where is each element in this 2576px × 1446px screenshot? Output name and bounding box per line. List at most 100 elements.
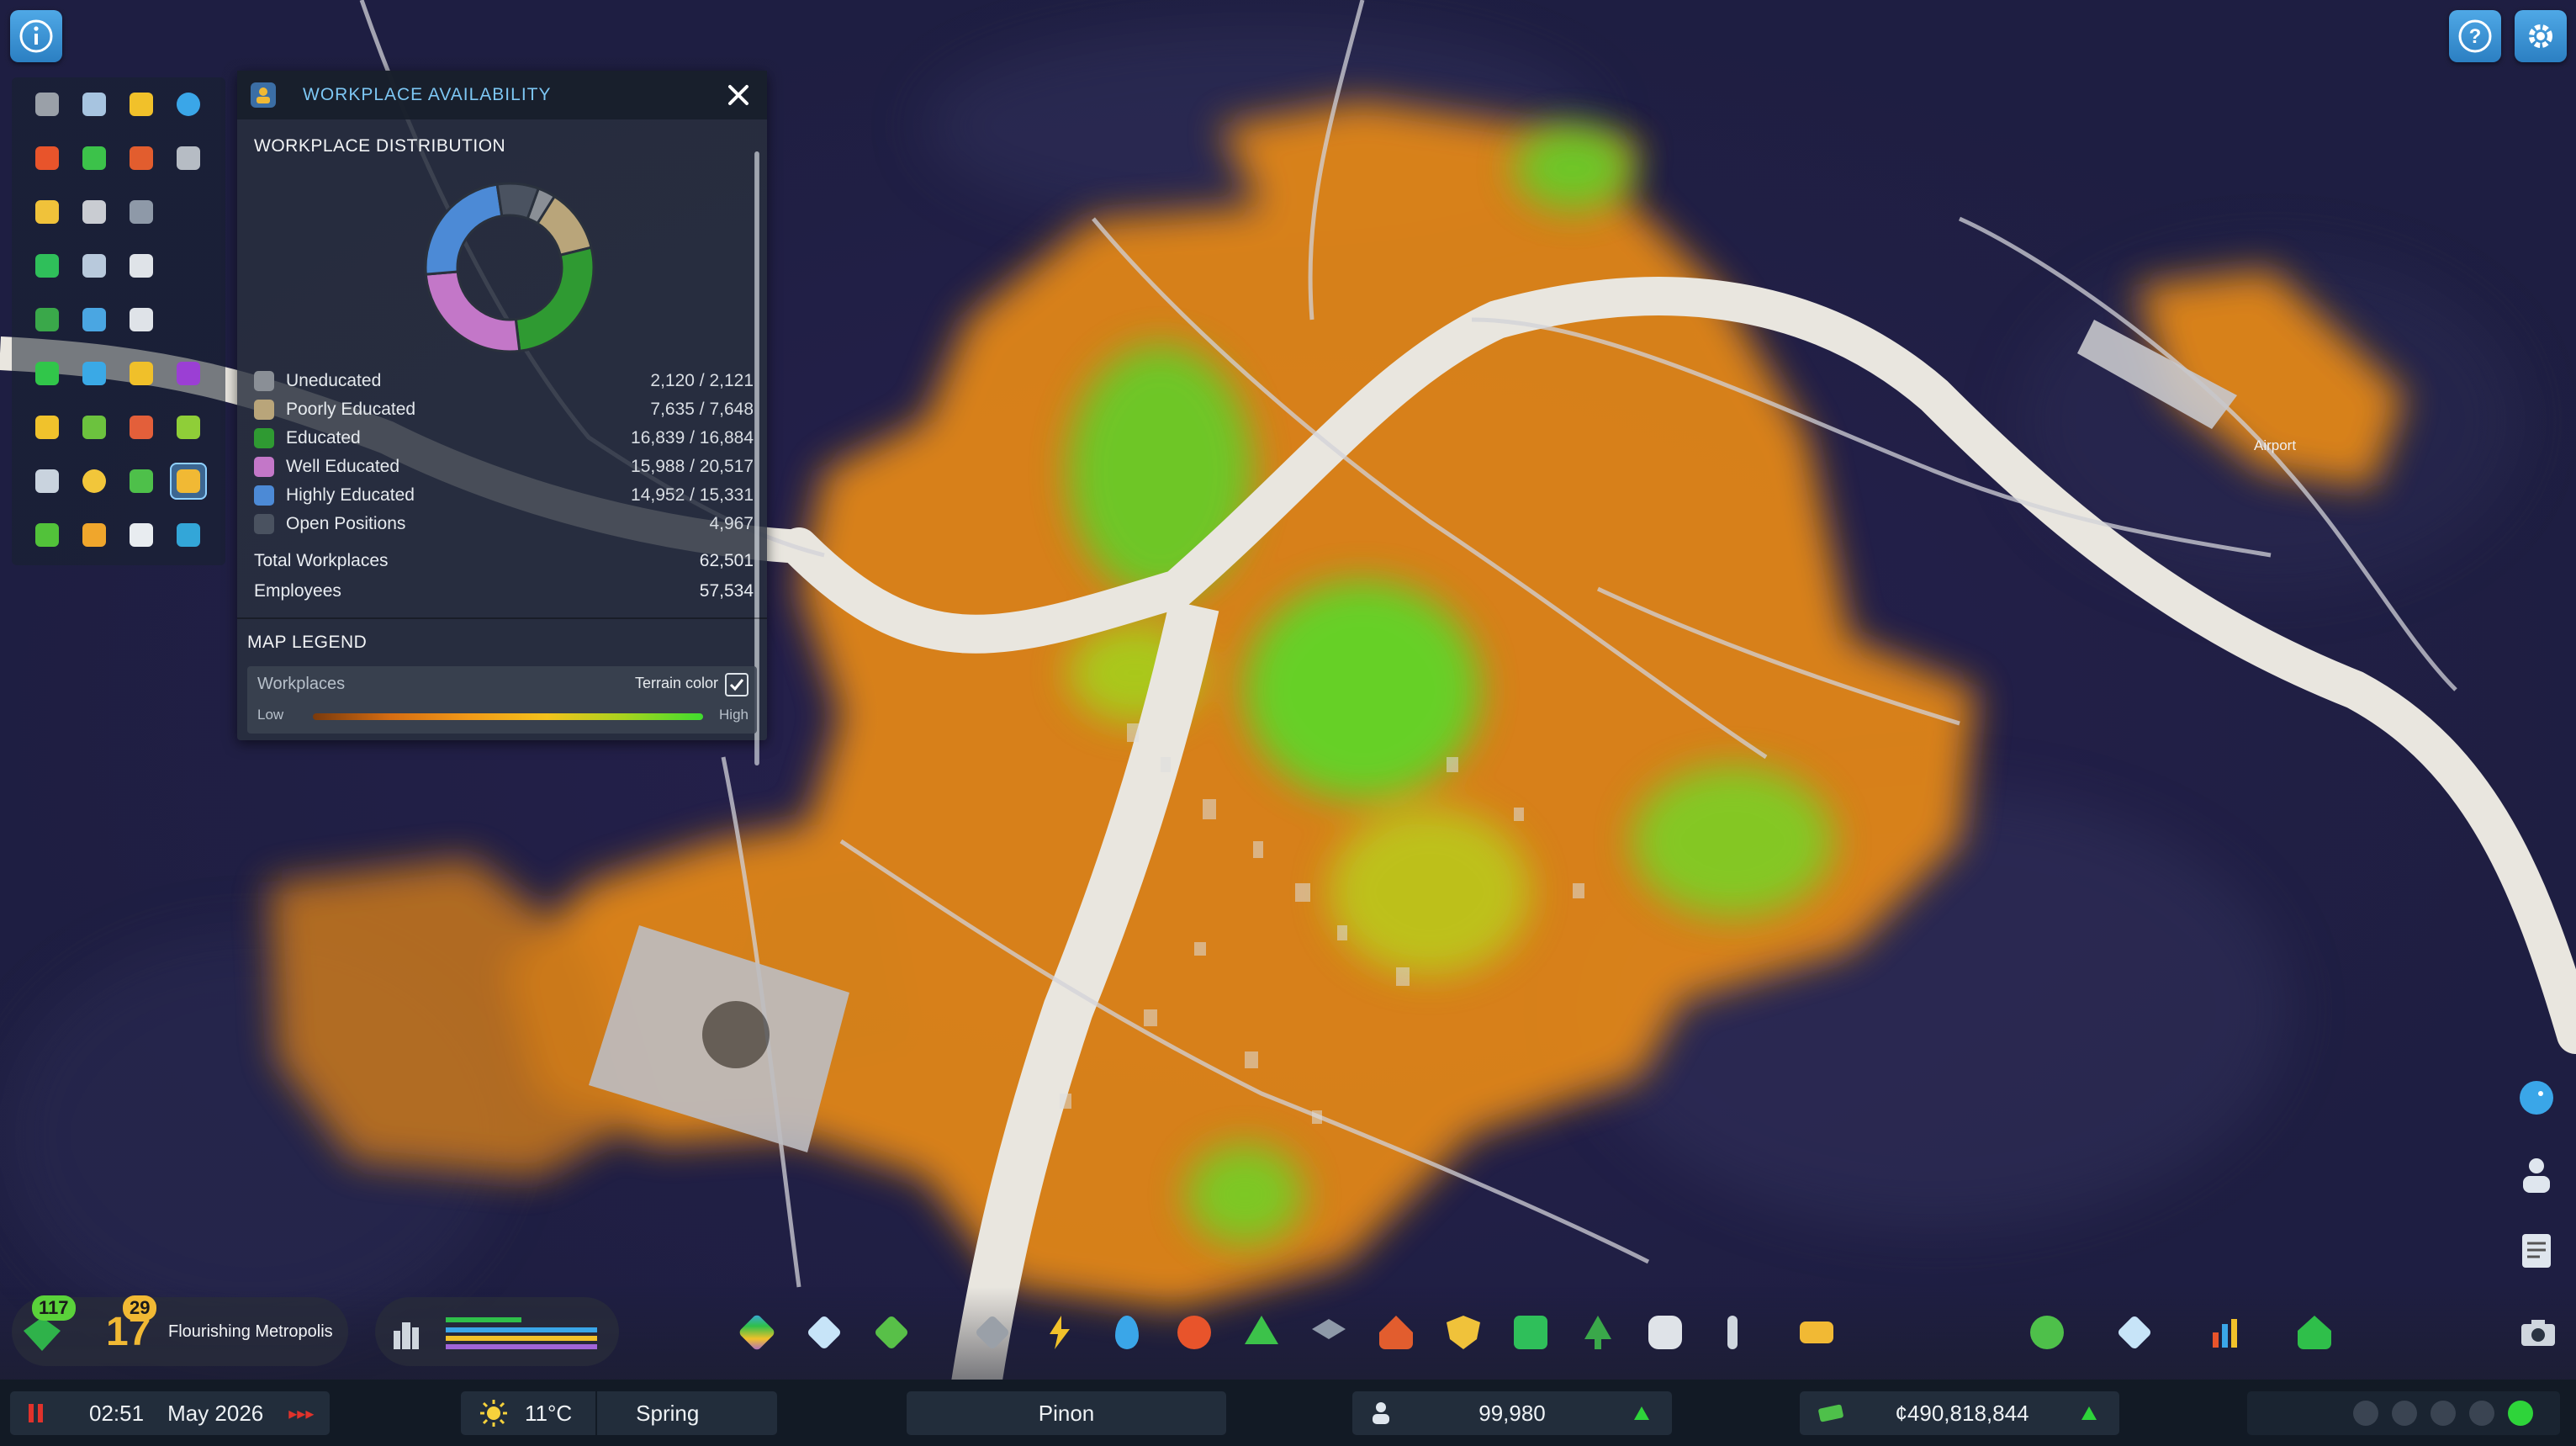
panel-header: WORKPLACE AVAILABILITY xyxy=(237,71,767,119)
toolbar-communications[interactable] xyxy=(1642,1309,1689,1356)
tool-workplaces[interactable] xyxy=(170,463,207,500)
tool-health[interactable] xyxy=(29,140,66,177)
groundwater-icon xyxy=(177,523,200,547)
tool-cargo[interactable] xyxy=(76,516,113,554)
tool-roads[interactable] xyxy=(29,86,66,123)
tool-happiness[interactable] xyxy=(76,463,113,500)
money-box[interactable]: ¢490,818,844 xyxy=(1800,1391,2119,1435)
tool-police[interactable] xyxy=(29,193,66,230)
tool-education[interactable] xyxy=(123,193,160,230)
toolbar-zoning[interactable] xyxy=(733,1309,780,1356)
close-button[interactable] xyxy=(723,80,754,110)
tool-fire[interactable] xyxy=(123,140,160,177)
mood-unhappy-icon xyxy=(2392,1401,2417,1426)
tool-land-value[interactable] xyxy=(76,409,113,446)
speed-control[interactable]: ▸▸▸ xyxy=(288,1403,314,1424)
population-icon xyxy=(1373,1402,1389,1424)
toolbar-transport[interactable] xyxy=(1507,1309,1554,1356)
toolbar-map-tiles[interactable] xyxy=(2111,1309,2158,1356)
toolbar-landmarks[interactable] xyxy=(1709,1309,1756,1356)
demand-button[interactable] xyxy=(383,1311,431,1358)
tool-communication[interactable] xyxy=(123,247,160,284)
toolbar-police[interactable] xyxy=(1440,1309,1487,1356)
row-label: Open Positions xyxy=(286,514,406,533)
tool-traffic[interactable] xyxy=(123,301,160,338)
population-box[interactable]: 99,980 xyxy=(1352,1391,1672,1435)
tool-maintenance[interactable] xyxy=(170,140,207,177)
tool-parks[interactable] xyxy=(29,301,66,338)
citizen-button[interactable] xyxy=(2515,1154,2557,1196)
chirper-bird-icon xyxy=(2520,1081,2553,1115)
toolbar-statistics[interactable] xyxy=(2202,1309,2249,1356)
notes-button[interactable] xyxy=(2515,1230,2557,1272)
landscaping-icon xyxy=(873,1314,910,1351)
distribution-row: Poorly Educated 7,635 / 7,648 xyxy=(254,395,754,424)
tool-residential-zones[interactable] xyxy=(29,355,66,392)
row-label: Uneducated xyxy=(286,371,382,390)
tool-post[interactable] xyxy=(76,247,113,284)
game-time: 02:51 xyxy=(89,1400,145,1426)
level-badge: 117 xyxy=(32,1295,76,1321)
toolbar-progression[interactable] xyxy=(2291,1309,2338,1356)
tool-economy[interactable] xyxy=(123,409,160,446)
recycle-icon xyxy=(82,146,106,170)
commercial-zone-icon xyxy=(82,362,106,385)
tool-office-zones[interactable] xyxy=(170,355,207,392)
map-legend-title: MAP LEGEND xyxy=(247,633,368,652)
tool-terrain[interactable] xyxy=(29,516,66,554)
status-bar xyxy=(0,1380,2576,1446)
game-date: May 2026 xyxy=(167,1400,264,1426)
toolbar-health[interactable] xyxy=(1171,1309,1218,1356)
tool-tourism[interactable] xyxy=(76,301,113,338)
tool-residential-demand[interactable] xyxy=(29,409,66,446)
row-value: 16,839 / 16,884 xyxy=(631,428,754,448)
tool-administration[interactable] xyxy=(76,193,113,230)
tool-noise[interactable] xyxy=(123,516,160,554)
terrain-color-checkbox[interactable] xyxy=(725,673,748,697)
residential-demand-bar xyxy=(446,1317,521,1322)
total-row: Employees 57,534 xyxy=(254,577,754,606)
toolbar-electricity[interactable] xyxy=(1036,1309,1083,1356)
tool-public-transport[interactable] xyxy=(29,247,66,284)
toolbar-fire[interactable] xyxy=(1373,1309,1420,1356)
tool-garbage[interactable] xyxy=(76,140,113,177)
tool-commercial-zones[interactable] xyxy=(76,355,113,392)
tool-transport[interactable] xyxy=(76,86,113,123)
settings-button[interactable] xyxy=(2515,10,2567,62)
police-badge-icon xyxy=(1447,1316,1480,1349)
tool-groundwater[interactable] xyxy=(170,516,207,554)
tool-industrial-zones[interactable] xyxy=(123,355,160,392)
row-value: 15,988 / 20,517 xyxy=(631,457,754,476)
tool-money[interactable] xyxy=(123,463,160,500)
toolbar-landscaping[interactable] xyxy=(868,1309,915,1356)
toolbar-bulldozer[interactable] xyxy=(1793,1309,1840,1356)
help-button[interactable]: ? xyxy=(2449,10,2501,62)
toolbar-education[interactable] xyxy=(1305,1309,1352,1356)
toolbar-roads[interactable] xyxy=(969,1309,1016,1356)
shovel-icon xyxy=(1727,1316,1738,1349)
mood-very-unhappy-icon xyxy=(2353,1401,2378,1426)
happiness-indicator[interactable] xyxy=(2247,1391,2560,1435)
mail-icon xyxy=(82,254,106,278)
toolbar-budget[interactable] xyxy=(2023,1309,2071,1356)
toolbar-water[interactable] xyxy=(1103,1309,1150,1356)
info-button[interactable] xyxy=(10,10,62,62)
tool-electricity[interactable] xyxy=(123,86,160,123)
tool-water[interactable] xyxy=(170,86,207,123)
pause-button[interactable] xyxy=(27,1396,61,1430)
close-icon xyxy=(728,85,748,105)
tool-pollution[interactable] xyxy=(29,463,66,500)
lightning-icon xyxy=(130,93,153,116)
toolbar-garbage[interactable] xyxy=(1238,1309,1285,1356)
city-name-box[interactable]: Pinon xyxy=(907,1391,1226,1435)
map-legend-box: Workplaces Terrain color Low High xyxy=(247,666,757,734)
toolbar-parks[interactable] xyxy=(1574,1309,1621,1356)
toolbar-areas[interactable] xyxy=(801,1309,848,1356)
graduation-cap-icon xyxy=(130,200,153,224)
industrial-zone-icon xyxy=(130,362,153,385)
mood-happy-icon xyxy=(2469,1401,2494,1426)
tool-resources[interactable] xyxy=(170,409,207,446)
chirper-button[interactable] xyxy=(2515,1077,2557,1119)
distribution-row: Uneducated 2,120 / 2,121 xyxy=(254,367,754,395)
photo-mode-button[interactable] xyxy=(2515,1309,2562,1356)
